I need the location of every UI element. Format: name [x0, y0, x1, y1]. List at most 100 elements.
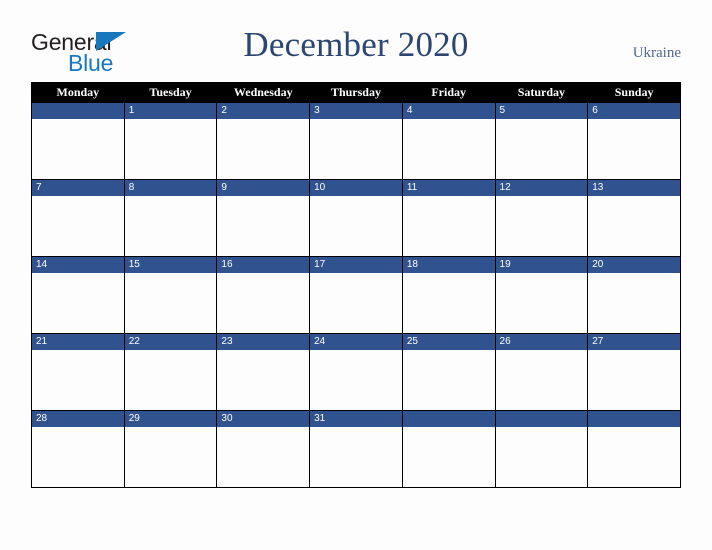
day-cell-body[interactable] [403, 273, 495, 333]
calendar-day-cell[interactable]: 5 [494, 102, 589, 180]
day-cell-body[interactable] [496, 350, 588, 410]
calendar-day-cell[interactable]: 11 [401, 179, 496, 257]
calendar-day-cell[interactable] [587, 410, 681, 488]
day-number: 5 [495, 103, 588, 119]
weekday-header-sunday: Sunday [587, 82, 681, 103]
calendar-day-cell[interactable]: 23 [216, 333, 311, 411]
day-number: 31 [310, 411, 402, 427]
day-cell-body[interactable] [32, 196, 124, 256]
day-number: 26 [495, 334, 588, 350]
calendar-week-row: 21 22 23 24 25 26 27 [31, 333, 681, 411]
calendar-day-cell[interactable]: 29 [123, 410, 218, 488]
calendar-day-cell[interactable]: 27 [587, 333, 681, 411]
calendar-day-cell[interactable]: 19 [494, 256, 589, 334]
calendar-day-cell[interactable]: 7 [31, 179, 125, 257]
calendar-day-cell[interactable]: 4 [401, 102, 496, 180]
calendar-day-cell[interactable] [401, 410, 496, 488]
day-cell-body[interactable] [588, 196, 680, 256]
calendar-day-cell[interactable]: 18 [401, 256, 496, 334]
calendar-day-cell[interactable]: 17 [309, 256, 403, 334]
day-cell-body[interactable] [32, 350, 124, 410]
day-cell-body[interactable] [217, 427, 309, 487]
calendar-day-cell[interactable]: 8 [123, 179, 218, 257]
country-label: Ukraine [632, 45, 681, 61]
day-number: 7 [32, 180, 124, 196]
day-cell-body[interactable] [403, 119, 495, 179]
day-number: 30 [217, 411, 310, 427]
calendar-day-cell[interactable]: 25 [401, 333, 496, 411]
day-cell-body[interactable] [496, 119, 588, 179]
day-cell-body[interactable] [310, 273, 402, 333]
day-number: 29 [124, 411, 217, 427]
day-cell-body[interactable] [310, 427, 402, 487]
calendar-body: 1 2 3 4 5 6 7 8 9 10 11 12 13 14 15 16 1… [31, 102, 681, 488]
day-cell-body[interactable] [217, 196, 309, 256]
calendar-day-cell[interactable]: 28 [31, 410, 125, 488]
day-cell-body[interactable] [32, 119, 124, 179]
calendar-day-cell[interactable]: 13 [587, 179, 681, 257]
day-cell-body[interactable] [588, 273, 680, 333]
day-cell-body[interactable] [310, 196, 402, 256]
calendar-day-cell[interactable]: 9 [216, 179, 311, 257]
day-cell-body[interactable] [588, 350, 680, 410]
day-cell-body[interactable] [310, 350, 402, 410]
calendar-day-cell[interactable]: 10 [309, 179, 403, 257]
calendar-day-cell[interactable]: 14 [31, 256, 125, 334]
calendar-day-cell[interactable]: 22 [123, 333, 218, 411]
day-number: 10 [310, 180, 402, 196]
day-cell-body[interactable] [125, 273, 217, 333]
weekday-header-friday: Friday [401, 82, 496, 103]
day-cell-body[interactable] [217, 350, 309, 410]
calendar-day-cell[interactable]: 3 [309, 102, 403, 180]
day-number: 12 [495, 180, 588, 196]
weekday-header-thursday: Thursday [309, 82, 403, 103]
day-cell-body[interactable] [403, 196, 495, 256]
day-cell-body[interactable] [588, 427, 680, 487]
calendar-day-cell[interactable]: 6 [587, 102, 681, 180]
day-cell-body[interactable] [32, 273, 124, 333]
calendar-day-cell[interactable]: 31 [309, 410, 403, 488]
calendar-day-cell[interactable] [31, 102, 125, 180]
day-number: 9 [217, 180, 310, 196]
calendar-week-row: 1 2 3 4 5 6 [31, 102, 681, 180]
day-number [402, 411, 495, 427]
day-cell-body[interactable] [125, 196, 217, 256]
calendar-week-row: 28 29 30 31 [31, 410, 681, 488]
day-cell-body[interactable] [588, 119, 680, 179]
day-number [588, 411, 680, 427]
day-number: 23 [217, 334, 310, 350]
calendar-day-cell[interactable]: 20 [587, 256, 681, 334]
day-cell-body[interactable] [403, 350, 495, 410]
calendar-day-cell[interactable]: 21 [31, 333, 125, 411]
calendar-day-cell[interactable]: 2 [216, 102, 311, 180]
calendar-day-cell[interactable]: 16 [216, 256, 311, 334]
weekday-header-tuesday: Tuesday [123, 82, 218, 103]
day-cell-body[interactable] [496, 427, 588, 487]
calendar-week-row: 14 15 16 17 18 19 20 [31, 256, 681, 334]
day-cell-body[interactable] [32, 427, 124, 487]
day-cell-body[interactable] [496, 273, 588, 333]
day-cell-body[interactable] [217, 119, 309, 179]
day-cell-body[interactable] [125, 350, 217, 410]
day-cell-body[interactable] [125, 427, 217, 487]
calendar-day-cell[interactable]: 24 [309, 333, 403, 411]
calendar-grid: Monday Tuesday Wednesday Thursday Friday… [31, 82, 681, 488]
weekday-header-saturday: Saturday [494, 82, 589, 103]
day-number: 17 [310, 257, 402, 273]
calendar-day-cell[interactable]: 30 [216, 410, 311, 488]
calendar-day-cell[interactable]: 1 [123, 102, 218, 180]
day-cell-body[interactable] [403, 427, 495, 487]
calendar-header-row: Monday Tuesday Wednesday Thursday Friday… [31, 82, 681, 103]
page-header: General Blue December 2020 Ukraine [0, 0, 712, 82]
calendar-day-cell[interactable]: 12 [494, 179, 589, 257]
day-cell-body[interactable] [125, 119, 217, 179]
day-number [32, 103, 124, 119]
day-cell-body[interactable] [217, 273, 309, 333]
day-number: 24 [310, 334, 402, 350]
day-cell-body[interactable] [310, 119, 402, 179]
calendar-day-cell[interactable] [494, 410, 589, 488]
calendar-day-cell[interactable]: 26 [494, 333, 589, 411]
day-number: 19 [495, 257, 588, 273]
day-cell-body[interactable] [496, 196, 588, 256]
calendar-day-cell[interactable]: 15 [123, 256, 218, 334]
